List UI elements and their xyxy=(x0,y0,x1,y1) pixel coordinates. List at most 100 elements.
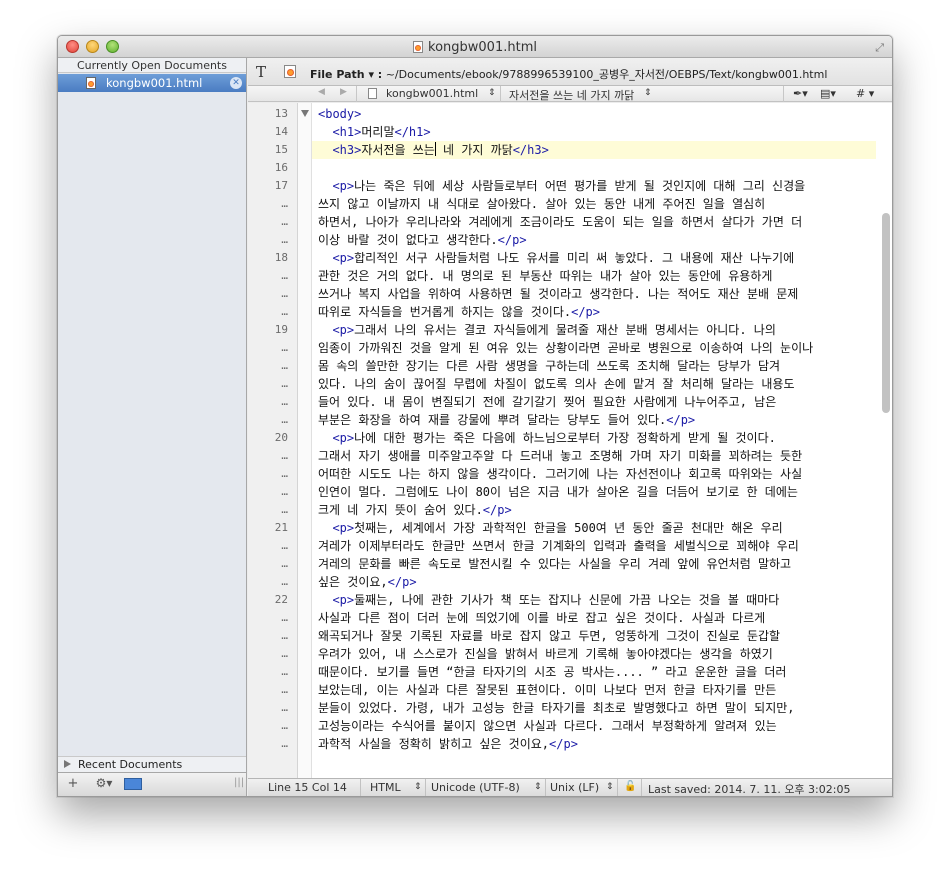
documents-sidebar: Currently Open Documents kongbw001.html … xyxy=(58,58,247,796)
status-bar: Line 15 Col 14 HTML ⇕ Unicode (UTF-8) ⇕ … xyxy=(248,778,892,796)
encoding-popup[interactable]: Unicode (UTF-8) xyxy=(431,781,520,794)
code-line: 인연이 멀다. 그럼에도 나이 80이 넘은 지금 내가 살아온 길을 더듬어 … xyxy=(318,485,798,499)
code-line: 과학적 사실을 정확히 밝히고 싶은 것이요,</p> xyxy=(318,737,578,751)
fullscreen-icon[interactable]: ⤢ xyxy=(875,41,884,55)
line-number: … xyxy=(281,539,288,552)
code-line: 보았는데, 이는 사실과 다른 잘못된 표현이다. 이미 나보다 먼저 한글 타… xyxy=(318,683,777,697)
sidebar-view-toggle-button[interactable] xyxy=(124,778,142,790)
code-line: <p>그래서 나의 유서는 결코 자식들에게 물려줄 재산 분배 명세서는 아니… xyxy=(332,323,776,337)
window-title: kongbw001.html xyxy=(58,40,892,55)
line-number: … xyxy=(281,557,288,570)
code-line: 관한 것은 거의 없다. 내 명의로 된 부동산 따위는 내가 살아 있는 동안… xyxy=(318,269,773,283)
code-line: <p>둘째는, 나에 관한 기사가 책 또는 잡지나 신문에 가끔 나오는 것을… xyxy=(332,593,780,607)
line-number: … xyxy=(281,305,288,318)
function-popup[interactable]: 자서전을 쓰는 네 가지 까닭 xyxy=(509,87,634,103)
code-line: <p>합리적인 서구 사람들처럼 나도 유서를 미리 써 놓았다. 그 내용에 … xyxy=(332,251,795,265)
line-number: … xyxy=(281,683,288,696)
line-number: … xyxy=(281,341,288,354)
code-line: <p>첫째는, 세계에서 가장 과학적인 한글을 500여 년 동안 줄곧 천대… xyxy=(332,521,783,535)
document-menu-icon[interactable]: ▤▾ xyxy=(820,87,836,100)
code-line: <p>나는 죽은 뒤에 세상 사람들로부터 어떤 평가를 받게 될 것인지에 대… xyxy=(332,179,806,193)
gear-menu-button[interactable]: ⚙▾ xyxy=(92,776,116,792)
separator xyxy=(783,86,784,102)
code-line: 고성능이라는 수식어를 붙이지 않으면 사실과 다르다. 그래서 부정확하게 알… xyxy=(318,719,777,733)
code-line: 임종이 가까워진 것을 알게 된 여유 있는 상황이라면 곧바로 병원으로 이송… xyxy=(318,341,814,355)
function-popup-arrows-icon[interactable]: ⇕ xyxy=(644,88,652,98)
line-number: … xyxy=(281,395,288,408)
code-line: <h3>자서전을 쓰는 네 가지 까닭</h3> xyxy=(332,142,549,157)
line-number: … xyxy=(281,719,288,732)
open-document-item[interactable]: kongbw001.html ✕ xyxy=(58,74,246,92)
code-line: 때문이다. 보기를 들면 “한글 타자기의 시조 공 박사는.... ” 라고 … xyxy=(318,665,787,679)
code-line: 있다. 나의 숨이 끊어질 무렵에 차질이 없도록 의사 손에 맡겨 잘 처리해… xyxy=(318,377,795,391)
disclosure-triangle-icon[interactable] xyxy=(64,760,71,768)
add-document-button[interactable]: + xyxy=(66,776,80,792)
line-number: … xyxy=(281,647,288,660)
line-number: 17 xyxy=(274,179,288,192)
text-editor[interactable]: 13 14 15 16 17 … … … 18 … … … 19 … … … … … 20 … … … … 21 … … … 22 … …… xyxy=(248,103,892,778)
sidebar-header: Currently Open Documents xyxy=(58,58,246,73)
code-line: 싶은 것이요,</p> xyxy=(318,575,417,589)
line-number: … xyxy=(281,701,288,714)
line-number: … xyxy=(281,575,288,588)
close-document-icon[interactable]: ✕ xyxy=(230,77,242,89)
line-number: 22 xyxy=(274,593,288,606)
line-number: 18 xyxy=(274,251,288,264)
vertical-scrollbar[interactable] xyxy=(882,213,890,413)
line-number: … xyxy=(281,611,288,624)
code-area[interactable]: <body> <h1>머리말</h1> <h3>자서전을 쓰는 네 가지 까닭<… xyxy=(318,103,870,778)
file-path[interactable]: File Path ▾ : ~/Documents/ebook/97889965… xyxy=(310,66,827,82)
code-line: 하면서, 나아가 우리나라와 겨레에게 조금이라도 도움이 되는 일을 하면서 … xyxy=(318,215,803,229)
encoding-arrows-icon[interactable]: ⇕ xyxy=(534,782,542,792)
recent-documents-toggle[interactable]: Recent Documents xyxy=(58,756,246,772)
code-line: 몸 속의 쓸만한 장기는 다른 사람 생명을 구하는데 쓰도록 조치해 달라는 … xyxy=(318,359,781,373)
code-line: 쓰거나 복지 사업을 위하여 사용하면 될 것이라고 생각한다. 나는 적어도 … xyxy=(318,287,799,301)
separator xyxy=(356,86,357,102)
html-file-icon xyxy=(413,41,424,53)
line-number: 14 xyxy=(274,125,288,138)
line-number: … xyxy=(281,287,288,300)
lock-icon[interactable]: 🔓 xyxy=(624,781,636,792)
code-line: 이상 바랄 것이 없다고 생각한다.</p> xyxy=(318,233,527,247)
line-endings-popup[interactable]: Unix (LF) xyxy=(550,781,599,794)
line-endings-arrows-icon[interactable]: ⇕ xyxy=(606,782,614,792)
separator xyxy=(360,779,361,796)
open-document-name: kongbw001.html xyxy=(106,76,203,90)
line-number: … xyxy=(281,467,288,480)
markup-pen-menu-icon[interactable]: ✒▾ xyxy=(793,87,808,100)
code-line: 들어 있다. 내 몸이 변질되기 전에 갈기갈기 찢어 필요한 사람에게 나누어… xyxy=(318,395,777,409)
file-popup[interactable]: kongbw001.html xyxy=(386,87,478,100)
syntax-arrows-icon[interactable]: ⇕ xyxy=(414,782,422,792)
line-number: … xyxy=(281,485,288,498)
fold-triangle-icon[interactable] xyxy=(301,110,309,117)
file-path-label[interactable]: File Path ▾ : xyxy=(310,68,382,81)
line-number: … xyxy=(281,503,288,516)
line-number: 16 xyxy=(274,161,288,174)
syntax-mode-popup[interactable]: HTML xyxy=(370,781,401,794)
marker-menu-icon[interactable]: # ▾ xyxy=(856,87,874,100)
line-number: … xyxy=(281,629,288,642)
resize-grip-icon[interactable]: ||| xyxy=(234,777,244,793)
line-number: 20 xyxy=(274,431,288,444)
code-line: 쓰지 않고 이날까지 내 식대로 살아왔다. 살아 있는 동안 내게 주어진 일… xyxy=(318,197,766,211)
code-line: 크게 네 가지 뜻이 숨어 있다.</p> xyxy=(318,503,512,517)
preview-in-browser-icon[interactable] xyxy=(284,65,296,78)
text-options-icon[interactable]: T xyxy=(256,63,266,81)
code-line: 우려가 있어, 내 스스로가 진실을 밝혀서 바르게 기록해 놓아야겠다는 생각… xyxy=(318,647,773,661)
line-number: … xyxy=(281,737,288,750)
code-line: 겨레가 이제부터라도 한글만 쓰면서 한글 기계화의 입력과 출력을 세벌식으로… xyxy=(318,539,799,553)
fold-column xyxy=(298,103,312,778)
code-line: <h1>머리말</h1> xyxy=(332,125,431,139)
toolbar: T File Path ▾ : ~/Documents/ebook/978899… xyxy=(248,58,892,86)
code-line: <p>나에 대한 평가는 죽은 다음에 하느님으로부터 가장 정확하게 받게 될… xyxy=(332,431,776,445)
code-line: 분들이 있었다. 가령, 내가 고성능 한글 타자기를 최초로 발명했다고 하면… xyxy=(318,701,795,715)
file-popup-arrows-icon[interactable]: ⇕ xyxy=(488,88,496,98)
back-button[interactable]: ◀ xyxy=(318,87,325,97)
file-path-value: ~/Documents/ebook/9788996539100_공병우_자서전/… xyxy=(385,68,828,81)
sidebar-footer: + ⚙▾ ||| xyxy=(58,772,246,796)
cursor-position[interactable]: Line 15 Col 14 xyxy=(268,781,347,794)
forward-button[interactable]: ▶ xyxy=(340,87,347,97)
line-number: … xyxy=(281,413,288,426)
code-line: <body> xyxy=(318,107,362,121)
